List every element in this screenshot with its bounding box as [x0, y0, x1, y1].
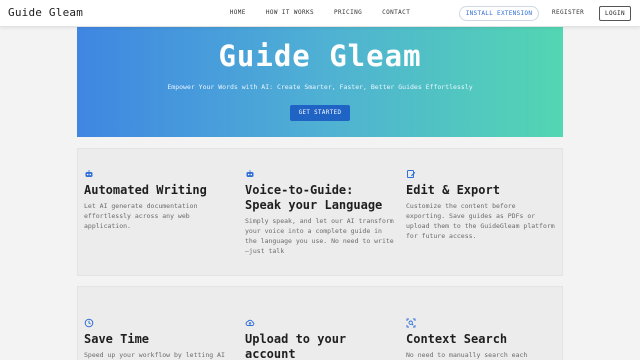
feature-title: Voice-to-Guide: Speak your Language: [245, 183, 383, 212]
feature-title: Save Time: [84, 332, 150, 346]
feature-desc: Let AI generate documentation effortless…: [84, 202, 198, 230]
get-started-button[interactable]: GET STARTED: [290, 105, 350, 121]
hero-subtitle: Empower Your Words with AI: Create Smart…: [167, 83, 473, 91]
register-button[interactable]: REGISTER: [552, 9, 584, 16]
feature-automated-writing: Automated Writing Let AI generate docume…: [84, 169, 234, 231]
feature-desc: Customize the content before exporting. …: [406, 202, 555, 240]
feature-title: Upload to your account: [245, 332, 347, 360]
clock-icon: [84, 318, 94, 328]
edit-icon: [407, 170, 416, 178]
robot-icon: [246, 170, 254, 177]
features-panel-2: Save Time Speed up your workflow by lett…: [77, 286, 563, 360]
feature-title: Context Search: [406, 332, 508, 346]
feature-save-time: Save Time Speed up your workflow by lett…: [84, 318, 234, 360]
feature-voice-to-guide: Voice-to-Guide: Speak your Language Simp…: [245, 169, 395, 256]
nav-how-it-works[interactable]: HOW IT WORKS: [266, 9, 314, 16]
hero-banner: Guide Gleam Empower Your Words with AI: …: [77, 27, 563, 137]
feature-upload-account: Upload to your account: [245, 318, 395, 360]
feature-context-search: Context Search No need to manually searc…: [406, 318, 556, 360]
robot-icon: [85, 170, 93, 177]
scan-search-icon: [406, 318, 416, 328]
feature-title: Edit & Export: [406, 183, 500, 197]
feature-title: Automated Writing: [84, 183, 207, 197]
feature-desc: No need to manually search each document…: [406, 351, 528, 359]
feature-desc: Simply speak, and let our AI transform y…: [245, 217, 394, 255]
nav-links: HOME HOW IT WORKS PRICING CONTACT: [0, 9, 640, 16]
feature-desc: Speed up your workflow by letting AI han…: [84, 351, 225, 359]
login-button[interactable]: LOGIN: [599, 6, 631, 21]
nav-home[interactable]: HOME: [230, 9, 246, 16]
hero-title: Guide Gleam: [218, 39, 422, 73]
feature-edit-export: Edit & Export Customize the content befo…: [406, 169, 556, 241]
features-panel-1: Automated Writing Let AI generate docume…: [77, 148, 563, 276]
nav-pricing[interactable]: PRICING: [334, 9, 362, 16]
cloud-upload-icon: [245, 319, 255, 326]
install-extension-button[interactable]: INSTALL EXTENSION: [459, 6, 539, 21]
nav-contact[interactable]: CONTACT: [382, 9, 410, 16]
top-nav: Guide Gleam HOME HOW IT WORKS PRICING CO…: [0, 0, 640, 27]
